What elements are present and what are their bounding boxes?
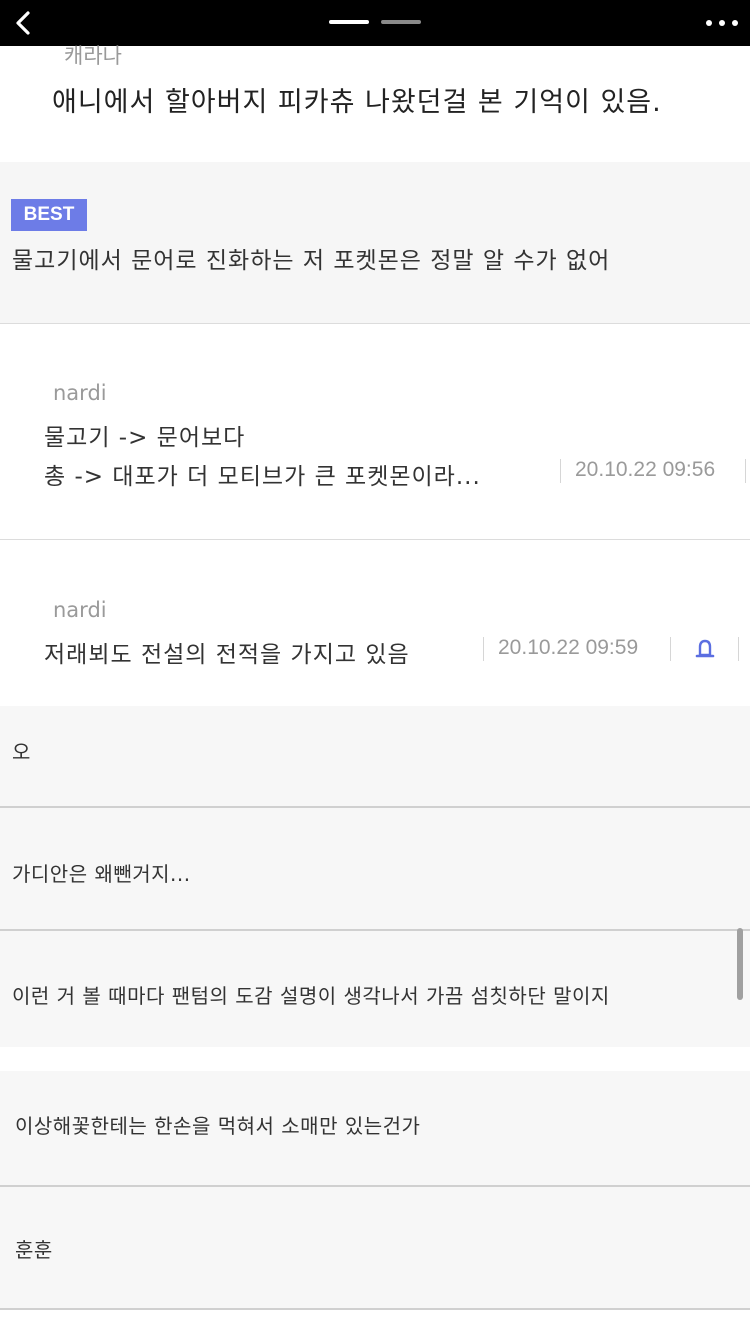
comment-text: 가디안은 왜뺀거지... (12, 862, 191, 886)
more-dots-icon (706, 20, 712, 26)
comment-text: 이런 거 볼 때마다 팬텀의 도감 설명이 생각나서 가끔 섬칫하단 말이지 (12, 984, 610, 1008)
list-item: 오 (0, 706, 750, 808)
reply-item: nardi 저래뵈도 전설의 전적을 가지고 있음 20.10.22 09:59 (0, 540, 750, 706)
back-button[interactable] (8, 6, 38, 40)
divider (670, 637, 671, 661)
divider (560, 459, 561, 483)
reply-text-line: 총 -> 대포가 더 모티브가 큰 포켓몬이라... (44, 464, 481, 490)
divider (483, 637, 484, 661)
comment-author: 캐라나 (64, 44, 122, 68)
reply-author: nardi (53, 381, 107, 405)
comment-text: 훈훈 (15, 1238, 53, 1262)
divider (738, 637, 739, 661)
list-item: 이상해꽃한테는 한손을 먹혀서 소매만 있는건가 (0, 1071, 750, 1187)
comment-text: 오 (12, 740, 31, 764)
list-item: 이런 거 볼 때마다 팬텀의 도감 설명이 생각나서 가끔 섬칫하단 말이지 (0, 931, 750, 1047)
best-comment-item: BEST 물고기에서 문어로 진화하는 저 포켓몬은 정말 알 수가 없어 (0, 162, 750, 324)
more-button[interactable] (706, 14, 738, 32)
reply-text-line: 물고기 -> 문어보다 (44, 425, 246, 451)
comment-text: 이상해꽃한테는 한손을 먹혀서 소매만 있는건가 (15, 1114, 421, 1138)
page-indicator-inactive (381, 20, 421, 24)
bell-icon[interactable] (692, 636, 718, 662)
bottom-space (0, 1310, 750, 1333)
best-badge: BEST (11, 199, 87, 231)
list-item: 가디안은 왜뺀거지... (0, 808, 750, 931)
reply-item: nardi 물고기 -> 문어보다 총 -> 대포가 더 모티브가 큰 포켓몬이… (0, 324, 750, 540)
reply-timestamp: 20.10.22 09:56 (575, 458, 716, 481)
scrollbar[interactable] (737, 928, 743, 1000)
section-gap (0, 1047, 750, 1071)
comment-text: 물고기에서 문어로 진화하는 저 포켓몬은 정말 알 수가 없어 (12, 248, 611, 274)
comment-item: 캐라나 애니에서 할아버지 피카츄 나왔던걸 본 기억이 있음. (0, 44, 750, 162)
page-indicator-active (329, 20, 369, 24)
divider (745, 459, 746, 483)
chevron-left-icon (16, 11, 30, 35)
list-item: 훈훈 (0, 1187, 750, 1310)
comment-text: 애니에서 할아버지 피카츄 나왔던걸 본 기억이 있음. (52, 87, 662, 118)
reply-timestamp: 20.10.22 09:59 (498, 636, 639, 659)
reply-author: nardi (53, 598, 107, 622)
reply-text: 저래뵈도 전설의 전적을 가지고 있음 (44, 642, 410, 668)
